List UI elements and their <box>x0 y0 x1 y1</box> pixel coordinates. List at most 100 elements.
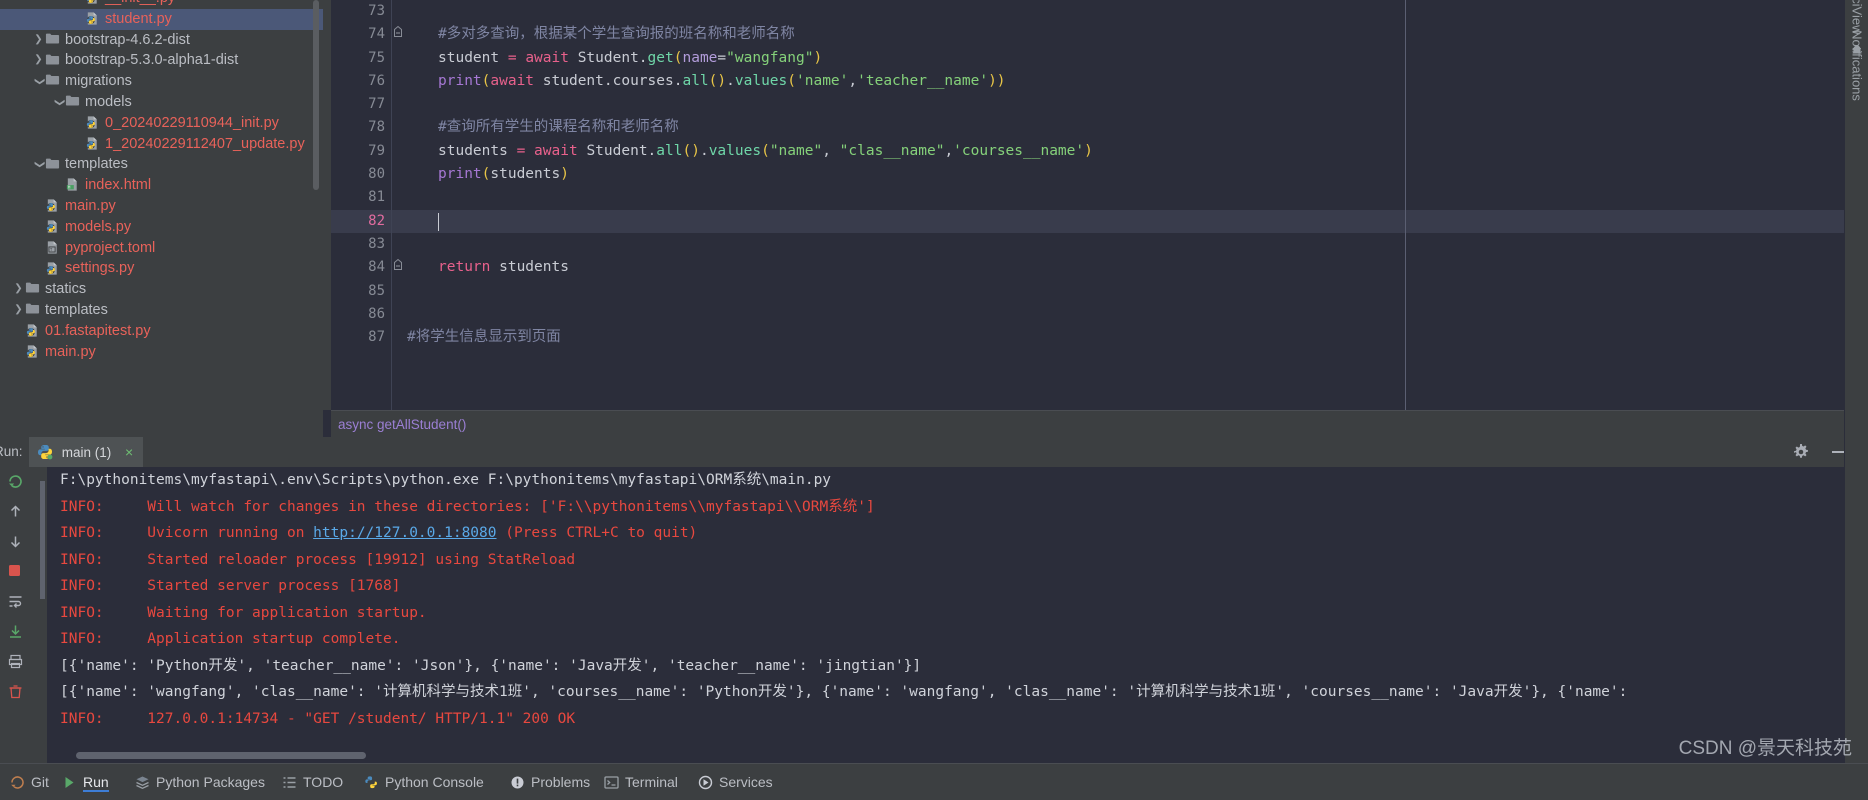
tree-item-main-py[interactable]: main.py <box>0 196 323 217</box>
code-line-79[interactable]: 79 students = await Student.all().values(… <box>331 140 1868 163</box>
code-token: #查询所有学生的课程名称和老师名称 <box>438 119 679 136</box>
status-bar-button-terminal[interactable]: Terminal <box>604 764 678 800</box>
console-line: INFO: Started server process [1768] <box>47 573 1868 600</box>
chevron-right-icon[interactable]: ❯ <box>12 279 25 300</box>
console-output[interactable]: F:\pythonitems\myfastapi\.env\Scripts\py… <box>47 467 1868 763</box>
notifications-stripe-button[interactable]: Notifications <box>1849 30 1864 101</box>
run-tool-window[interactable]: Run: main (1) × <box>0 437 1868 763</box>
code-token: ) <box>813 49 823 66</box>
python-file-icon <box>45 219 61 234</box>
status-bar-button-git[interactable]: Git <box>10 764 49 800</box>
stop-button[interactable] <box>0 557 31 587</box>
project-tree-panel[interactable]: __init__.py student.py ❯ bootstrap-4.6.2-d… <box>0 0 323 437</box>
clear-all-button[interactable] <box>0 677 31 707</box>
tree-item-settings-py[interactable]: settings.py <box>0 258 323 279</box>
code-token: student.courses. <box>542 72 683 89</box>
project-tree-list[interactable]: __init__.py student.py ❯ bootstrap-4.6.2-d… <box>0 0 323 362</box>
chevron-right-icon[interactable]: ❯ <box>32 30 45 51</box>
code-line-77[interactable]: 77 <box>331 93 1868 116</box>
tree-item-01-fastapitest-py[interactable]: 01.fastapitest.py <box>0 321 323 342</box>
code-line-75[interactable]: 75 student = await Student.get(name="wang… <box>331 47 1868 70</box>
code-line-80[interactable]: 80 print(students) <box>331 163 1868 186</box>
right-tool-stripe[interactable]: SciView Notifications <box>1844 0 1868 763</box>
code-token: ) <box>560 166 569 183</box>
scroll-to-end-button[interactable] <box>0 617 31 647</box>
code-line-87[interactable]: 87 #将学生信息显示到页面 <box>331 326 1868 349</box>
tree-item-bootstrap-4-6-2-dist[interactable]: ❯ bootstrap-4.6.2-dist <box>0 30 323 51</box>
status-bar-button-python-console[interactable]: Python Console <box>364 764 484 800</box>
status-bar[interactable]: Git Run Python Packages TODO Python Console P… <box>0 763 1868 800</box>
code-line-76[interactable]: 76 print (await student.courses.all().valu… <box>331 70 1868 93</box>
code-line-83[interactable]: 83 <box>331 233 1868 256</box>
tree-item-migrations[interactable]: ❯ migrations <box>0 71 323 92</box>
chevron-right-icon[interactable]: ❯ <box>12 300 25 321</box>
tree-item-bootstrap-5-3-0-alpha1-dist[interactable]: ❯ bootstrap-5.3.0-alpha1-dist <box>0 50 323 71</box>
line-number: 77 <box>368 96 385 113</box>
run-tab-main[interactable]: main (1) × <box>29 437 144 467</box>
line-number: 84 <box>368 259 385 276</box>
tree-item-pyproject-toml[interactable]: Tpyproject.toml <box>0 238 323 259</box>
python-file-icon <box>45 198 61 213</box>
project-tree-scrollbar[interactable] <box>313 0 319 190</box>
code-fold-toggle[interactable] <box>391 23 405 46</box>
tree-item-label: templates <box>65 156 128 173</box>
console-link[interactable]: http://127.0.0.1:8080 <box>313 525 496 541</box>
status-bar-button-todo[interactable]: TODO <box>282 764 343 800</box>
line-number: 86 <box>368 305 385 322</box>
code-line-84[interactable]: 84 return students <box>331 256 1868 279</box>
code-token: values <box>708 142 762 159</box>
tree-item-index-html[interactable]: Hindex.html <box>0 175 323 196</box>
code-line-73[interactable]: 73 <box>331 0 1868 23</box>
code-token: = <box>507 49 526 66</box>
tree-item-templates[interactable]: ❯ templates <box>0 300 323 321</box>
tree-item-main-py[interactable]: main.py <box>0 342 323 363</box>
console-horizontal-scrollbar[interactable] <box>76 752 366 759</box>
status-bar-label: Problems <box>531 774 591 790</box>
run-toolbar[interactable] <box>0 467 31 763</box>
tree-item-statics[interactable]: ❯ statics <box>0 279 323 300</box>
status-bar-button-run[interactable]: Run <box>62 764 109 800</box>
console-line: INFO: 127.0.0.1:14734 - "GET /student/ H… <box>47 706 1868 733</box>
tree-item-models[interactable]: ❯ models <box>0 92 323 113</box>
soft-wrap-button[interactable] <box>0 587 31 617</box>
tree-item-templates[interactable]: ❯ templates <box>0 154 323 175</box>
code-line-85[interactable]: 85 <box>331 280 1868 303</box>
tree-item-0-20240229110944-init-py[interactable]: 0_20240229110944_init.py <box>0 113 323 134</box>
console-text: INFO: Will watch for changes in these di… <box>60 498 875 515</box>
code-token: students <box>490 166 561 183</box>
tree-item-1-20240229112407-update-py[interactable]: 1_20240229112407_update.py <box>0 134 323 155</box>
close-icon[interactable]: × <box>125 444 133 460</box>
tree-item-models-py[interactable]: models.py <box>0 217 323 238</box>
git-icon <box>10 767 26 789</box>
folder-icon <box>65 94 81 109</box>
print-button[interactable] <box>0 647 31 677</box>
status-bar-button-problems[interactable]: Problems <box>510 764 590 800</box>
status-bar-button-services[interactable]: Services <box>698 764 773 800</box>
code-token: , <box>822 142 840 159</box>
code-line-78[interactable]: 78 #查询所有学生的课程名称和老师名称 <box>331 116 1868 139</box>
code-line-86[interactable]: 86 <box>331 303 1868 326</box>
rerun-button[interactable] <box>0 467 31 497</box>
code-line-82[interactable]: 82 <box>331 209 1868 233</box>
status-bar-button-python-packages[interactable]: Python Packages <box>135 764 265 800</box>
breadcrumb[interactable]: async getAllStudent() <box>331 410 1868 437</box>
tree-item--init-py[interactable]: __init__.py <box>0 0 323 9</box>
code-token: 'teacher__name' <box>857 72 989 89</box>
html-file-icon: H <box>65 177 81 192</box>
code-line-81[interactable]: 81 <box>331 186 1868 209</box>
code-line-74[interactable]: 74 #多对多查询，根据某个学生查询报的班名称和老师名称 <box>331 23 1868 46</box>
scroll-down-button[interactable] <box>0 527 31 557</box>
console-text: (Press CTRL+C to quit) <box>496 525 698 541</box>
folder-icon <box>45 157 61 172</box>
code-token: 'name' <box>796 72 849 89</box>
code-lines-container[interactable]: 73 74 #多对多查询，根据某个学生查询报的班名称和老师名称 75 student =… <box>331 0 1868 410</box>
code-editor[interactable]: 73 74 #多对多查询，根据某个学生查询报的班名称和老师名称 75 student =… <box>323 0 1868 437</box>
chevron-right-icon[interactable]: ❯ <box>32 50 45 71</box>
gear-icon[interactable] <box>1792 443 1810 461</box>
scroll-up-button[interactable] <box>0 497 31 527</box>
tree-item-student-py[interactable]: student.py <box>0 8 323 30</box>
console-scrollbar[interactable] <box>40 481 45 599</box>
code-fold-toggle[interactable] <box>391 256 405 279</box>
